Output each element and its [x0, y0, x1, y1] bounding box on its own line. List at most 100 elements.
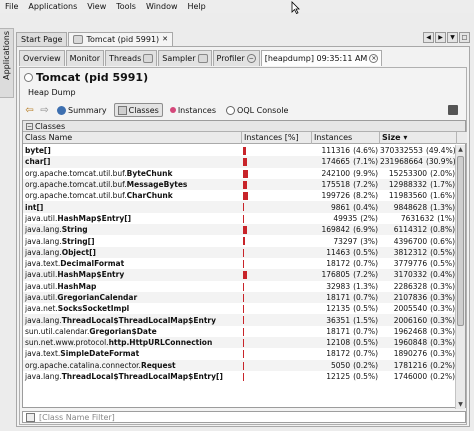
back-arrow-icon[interactable]: ⇦	[24, 105, 35, 116]
instances-bar	[243, 305, 244, 314]
instances-bar-cell	[242, 235, 312, 246]
tab-monitor[interactable]: Monitor	[65, 50, 105, 66]
filter-icon[interactable]	[26, 412, 35, 422]
menu-window[interactable]: Window	[141, 0, 183, 13]
table-row[interactable]: java.net.SocksSocketImpl 12135 (0.5%) 20055…	[23, 303, 457, 314]
tab-overview[interactable]: Overview	[19, 50, 65, 66]
class-name-cell: java.util.GregorianCalendar	[23, 292, 242, 303]
table-row[interactable]: java.lang.String 169842 (6.9%) 6114312 (0.8%…	[23, 224, 457, 236]
size-percent: (1%)	[437, 213, 455, 223]
table-row[interactable]: org.apache.tomcat.util.buf.ByteChunk 2421…	[23, 168, 457, 179]
instances-count: 18171	[326, 293, 351, 302]
scroll-left-icon[interactable]: ◀	[423, 32, 434, 43]
classes-button[interactable]: Classes	[113, 103, 163, 117]
menu-view[interactable]: View	[82, 0, 111, 13]
size-percent: (30.9%)	[425, 157, 456, 167]
instances-bar-cell	[242, 168, 312, 179]
column-class-name[interactable]: Class Name	[23, 132, 242, 144]
size-cell: 231968664 (30.9%)	[380, 156, 457, 167]
instances-percent: (7.2%)	[353, 270, 378, 280]
class-name-cell: org.apache.catalina.connector.Request	[23, 360, 242, 371]
class-simple-name: String	[61, 225, 88, 235]
instances-cell: 11463 (0.5%)	[312, 247, 380, 258]
class-name-filter[interactable]: [Class Name Filter]	[22, 411, 466, 423]
size-bytes: 6114312	[393, 225, 428, 235]
class-package: java.lang.	[25, 315, 62, 325]
menu-file[interactable]: File	[0, 0, 23, 13]
instances-percent: (0.2%)	[353, 360, 378, 370]
menu-help[interactable]: Help	[183, 0, 211, 13]
forward-arrow-icon[interactable]: ⇨	[39, 105, 50, 116]
column-instances[interactable]: Instances	[312, 132, 380, 144]
table-row[interactable]: org.apache.tomcat.util.buf.CharChunk 1997…	[23, 190, 457, 201]
table-row[interactable]: sun.net.www.protocol.http.HttpURLConnect…	[23, 337, 457, 349]
table-row[interactable]: int[] 9861 (0.4%) 9848628 (1.3%)	[23, 201, 457, 213]
tab-threads[interactable]: Threads	[105, 50, 158, 66]
scroll-down-icon[interactable]: ▼	[456, 400, 465, 409]
tab-heapdump[interactable]: [heapdump] 09:35:11 AM ×	[260, 50, 383, 66]
tab-sampler[interactable]: Sampler	[158, 50, 212, 66]
menu-applications[interactable]: Applications	[23, 0, 82, 13]
tab-tomcat[interactable]: Tomcat (pid 5991) ✕	[68, 32, 174, 46]
instances-cell: 199726 (8.2%)	[312, 190, 380, 201]
table-row[interactable]: sun.util.calendar.Gregorian$Date 18171 (0.…	[23, 326, 457, 337]
collapse-icon[interactable]: −	[26, 122, 33, 130]
class-name-cell: java.text.SimpleDateFormat	[23, 348, 242, 359]
scrollbar-thumb[interactable]	[457, 156, 464, 326]
instances-cell: 32983 (1.3%)	[312, 281, 380, 292]
instances-button[interactable]: Instances	[167, 103, 219, 117]
table-row[interactable]: java.util.HashMap 32983 (1.3%) 2286328 (0.3%…	[23, 281, 457, 292]
class-name-cell: java.net.SocksSocketImpl	[23, 303, 242, 314]
table-row[interactable]: java.util.HashMap$Entry[] 49935 (2%) 763163…	[23, 213, 457, 224]
summary-button[interactable]: Summary	[54, 103, 110, 117]
table-row[interactable]: java.lang.String[] 73297 (3%) 4396700 (0.6%)	[23, 235, 457, 246]
table-row[interactable]: java.util.HashMap$Entry 176805 (7.2%) 31703…	[23, 269, 457, 281]
oql-icon	[226, 105, 236, 115]
table-row[interactable]: java.text.SimpleDateFormat 18172 (0.7%) 189…	[23, 348, 457, 359]
table-row[interactable]: java.lang.ThreadLocal$ThreadLocalMap$Ent…	[23, 371, 457, 382]
instances-bar	[243, 147, 246, 155]
table-row[interactable]: java.text.DecimalFormat 18172 (0.7%) 377977…	[23, 258, 457, 269]
size-percent: (0.6%)	[430, 236, 455, 246]
class-simple-name: HashMap	[57, 281, 97, 291]
column-instances-percent[interactable]: Instances [%]	[242, 132, 312, 144]
summary-label: Summary	[68, 105, 107, 115]
table-row[interactable]: org.apache.catalina.connector.Request 505…	[23, 359, 457, 371]
classes-table-body: byte[] 111316 (4.6%) 370332553 (49.4%) char[]…	[23, 145, 457, 409]
table-row[interactable]: java.lang.ThreadLocal$ThreadLocalMap$Ent…	[23, 314, 457, 326]
table-row[interactable]: char[] 174665 (7.1%) 231968664 (30.9%)	[23, 156, 457, 168]
classes-section-header[interactable]: − Classes	[23, 121, 465, 132]
instances-count: 36351	[326, 315, 351, 325]
instances-cell: 5050 (0.2%)	[312, 360, 380, 371]
tab-tomcat-label: Tomcat (pid 5991)	[86, 35, 160, 44]
instances-count: 12135	[326, 304, 351, 314]
scroll-up-icon[interactable]: ▲	[456, 145, 465, 154]
tab-start-page[interactable]: Start Page	[16, 32, 68, 46]
instances-cell: 12125 (0.5%)	[312, 371, 380, 382]
menu-tools[interactable]: Tools	[111, 0, 141, 13]
instances-bar	[243, 327, 244, 336]
tab-profiler[interactable]: Profiler −	[212, 50, 260, 66]
app-window: File Applications View Tools Window Help…	[0, 0, 474, 431]
size-cell: 1960848 (0.3%)	[380, 337, 457, 348]
class-package: org.apache.tomcat.util.buf.	[25, 191, 127, 201]
column-size[interactable]: Size ▾	[380, 132, 457, 144]
maximize-icon[interactable]: □	[459, 32, 470, 43]
instances-cell: 111316 (4.6%)	[312, 145, 380, 156]
close-heapdump-icon[interactable]: ×	[369, 54, 379, 63]
table-row[interactable]: java.util.GregorianCalendar 18171 (0.7%) 21…	[23, 291, 457, 304]
size-cell: 6114312 (0.8%)	[380, 224, 457, 235]
save-icon[interactable]	[448, 105, 458, 115]
size-bytes: 231968664	[380, 157, 423, 167]
table-row[interactable]: byte[] 111316 (4.6%) 370332553 (49.4%)	[23, 145, 457, 156]
applications-side-tab[interactable]: Applications	[0, 28, 14, 98]
table-row[interactable]: org.apache.tomcat.util.buf.MessageBytes 1…	[23, 178, 457, 191]
close-tab-icon[interactable]: ✕	[162, 33, 168, 46]
class-name-cell: org.apache.tomcat.util.buf.CharChunk	[23, 190, 242, 201]
scroll-right-icon[interactable]: ▶	[435, 32, 446, 43]
vertical-scrollbar[interactable]: ▲ ▼	[455, 145, 465, 409]
table-row[interactable]: java.lang.Object[] 11463 (0.5%) 3812312 (0.5…	[23, 246, 457, 258]
oql-console-button[interactable]: OQL Console	[223, 103, 291, 117]
tab-list-icon[interactable]: ▼	[447, 32, 458, 43]
instances-count: 169842	[321, 225, 351, 235]
